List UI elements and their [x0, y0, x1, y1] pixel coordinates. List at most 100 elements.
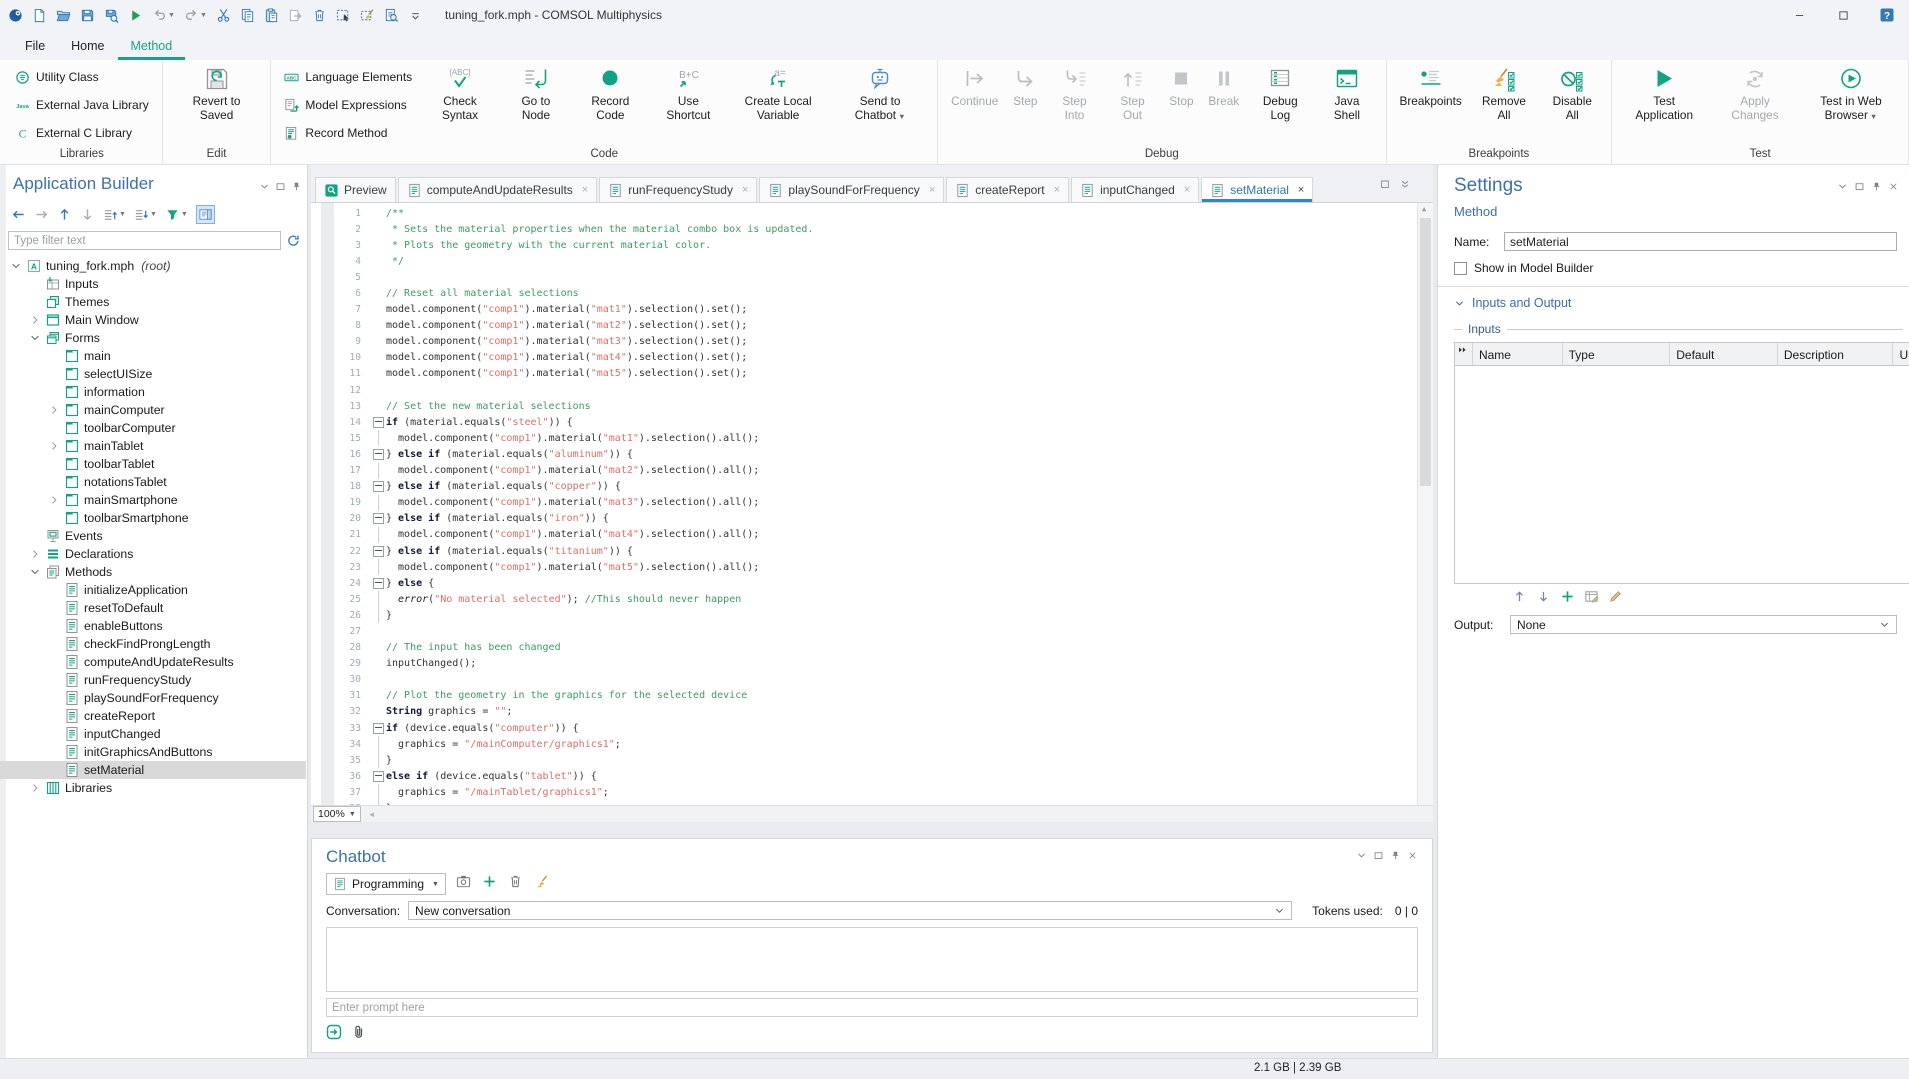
- show-name-and-label-button[interactable]: [196, 205, 215, 224]
- close-icon[interactable]: ×: [742, 184, 748, 196]
- fold-marker[interactable]: [373, 481, 384, 492]
- tree-item-declarations[interactable]: Declarations: [0, 545, 306, 563]
- tab-home[interactable]: Home: [58, 34, 117, 60]
- add-button[interactable]: [482, 874, 497, 894]
- break-button[interactable]: Break: [1201, 63, 1246, 147]
- tree-item-main-window[interactable]: Main Window: [0, 311, 306, 329]
- step-button[interactable]: Step: [1005, 63, 1045, 147]
- tree-item-runfrequencystudy[interactable]: runFrequencyStudy: [0, 671, 306, 689]
- utility-class-button[interactable]: Utility Class: [11, 68, 153, 87]
- column-header-name[interactable]: Name: [1473, 343, 1563, 365]
- fold-marker[interactable]: [373, 546, 384, 557]
- scroll-up-arrow[interactable]: ▲: [1422, 205, 1426, 213]
- panel-close-button[interactable]: [1407, 848, 1418, 866]
- copy-button[interactable]: [240, 8, 255, 23]
- stop-button[interactable]: Stop: [1161, 63, 1201, 147]
- maximize-button[interactable]: [1821, 0, 1865, 30]
- row-up-button[interactable]: [1512, 589, 1527, 607]
- help-icon[interactable]: ?: [1879, 7, 1895, 23]
- tree-item-playsoundforfrequency[interactable]: playSoundForFrequency: [0, 689, 306, 707]
- tree-item-forms[interactable]: Forms: [0, 329, 306, 347]
- tree-item-themes[interactable]: Themes: [0, 293, 306, 311]
- model-expressions-button[interactable]: Model Expressions: [280, 96, 416, 115]
- debug-log-button[interactable]: Debug Log: [1246, 63, 1314, 147]
- column-header-unit[interactable]: Unit: [1893, 343, 1909, 365]
- external-java-library-button[interactable]: JavaExternal Java Library: [11, 96, 153, 115]
- edit-button[interactable]: [1608, 589, 1623, 607]
- fold-marker[interactable]: [373, 723, 384, 734]
- tree-item-toolbarsmartphone[interactable]: toolbarSmartphone: [0, 509, 306, 527]
- column-header-description[interactable]: Description: [1778, 343, 1894, 365]
- revert-to-saved-button[interactable]: Revert to Saved: [169, 63, 265, 147]
- close-icon[interactable]: ×: [929, 184, 935, 196]
- check-syntax-button[interactable]: [ABC]Check Syntax: [419, 63, 501, 147]
- filter-input[interactable]: [8, 231, 281, 250]
- chevron-down-icon[interactable]: ▼: [181, 211, 188, 218]
- chatbot-prompt-input[interactable]: [327, 1002, 1417, 1014]
- close-icon[interactable]: ×: [582, 184, 588, 196]
- disable-all-button[interactable]: Disable All: [1539, 63, 1605, 147]
- vertical-scrollbar[interactable]: ▲: [1417, 203, 1433, 805]
- scroll-left-arrow[interactable]: ◄: [368, 810, 376, 819]
- customize-toolbar-button[interactable]: [408, 8, 423, 23]
- use-shortcut-button[interactable]: B+CUse Shortcut: [650, 63, 727, 147]
- select-frame-button[interactable]: [336, 8, 351, 23]
- fold-marker[interactable]: [373, 771, 384, 782]
- open-button[interactable]: [56, 8, 71, 23]
- tree-item-initgraphicsandbuttons[interactable]: initGraphicsAndButtons: [0, 743, 306, 761]
- editor-tab-inputchanged[interactable]: inputChanged×: [1071, 177, 1199, 202]
- move-down-button[interactable]: [80, 207, 95, 222]
- chevron-down-icon[interactable]: ▼: [200, 12, 207, 19]
- test-in-web-browser-button[interactable]: Test in Web Browser▼: [1800, 63, 1902, 147]
- column-header-default[interactable]: Default: [1670, 343, 1778, 365]
- step-into-button[interactable]: Step Into: [1045, 63, 1103, 147]
- editor-tab-preview[interactable]: Preview: [315, 177, 396, 202]
- edit-table-button[interactable]: [1584, 589, 1599, 607]
- panel-float-button[interactable]: [1373, 848, 1384, 866]
- send-to-chatbot-button[interactable]: Send to Chatbot▼: [829, 63, 931, 147]
- paste-button[interactable]: [264, 8, 279, 23]
- panel-float-button[interactable]: [1854, 181, 1865, 195]
- minimize-button[interactable]: [1777, 0, 1821, 30]
- tree-item-notationstablet[interactable]: notationsTablet: [0, 473, 306, 491]
- tree-item-selectuisize[interactable]: selectUISize: [0, 365, 306, 383]
- editor-tab-createreport[interactable]: createReport×: [946, 177, 1069, 202]
- scrollbar-thumb[interactable]: [1420, 218, 1431, 486]
- tab-file[interactable]: File: [12, 34, 58, 60]
- editor-tab-computeandupdateresults[interactable]: computeAndUpdateResults×: [398, 177, 598, 202]
- tree-item-setmaterial[interactable]: setMaterial: [0, 761, 306, 779]
- close-icon[interactable]: ×: [1054, 184, 1060, 196]
- tree-item-libraries[interactable]: Libraries: [0, 779, 306, 797]
- tree-item-computeandupdateresults[interactable]: computeAndUpdateResults: [0, 653, 306, 671]
- delete-button[interactable]: [508, 874, 523, 894]
- add-button[interactable]: [1560, 589, 1575, 607]
- new-file-button[interactable]: [32, 8, 47, 23]
- strip-chevrons-button[interactable]: [1399, 177, 1411, 195]
- conversation-select[interactable]: New conversation: [408, 901, 1292, 920]
- tree-item-events[interactable]: Events: [0, 527, 306, 545]
- expand-all-button[interactable]: ▼: [134, 207, 157, 222]
- record-code-button[interactable]: Record Code: [571, 63, 650, 147]
- tree-item-createreport[interactable]: createReport: [0, 707, 306, 725]
- column-header-type[interactable]: Type: [1563, 343, 1671, 365]
- delete-button[interactable]: [312, 8, 327, 23]
- chevron-down-icon[interactable]: ▼: [168, 12, 175, 19]
- inputs-and-output-section[interactable]: Inputs and Output: [1454, 296, 1909, 310]
- tree-item-inputs[interactable]: Inputs: [0, 275, 306, 293]
- output-select[interactable]: None: [1510, 615, 1897, 634]
- tree-item-tuning-fork-mph[interactable]: Atuning_fork.mph(root): [0, 257, 306, 275]
- tree-item-maincomputer[interactable]: mainComputer: [0, 401, 306, 419]
- step-out-button[interactable]: Step Out: [1104, 63, 1162, 147]
- inputs-table[interactable]: NameTypeDefaultDescriptionUnit: [1454, 342, 1909, 584]
- name-field[interactable]: [1504, 232, 1897, 251]
- tab-method[interactable]: Method: [118, 34, 186, 60]
- run-button[interactable]: [128, 8, 143, 23]
- tree-item-methods[interactable]: Methods: [0, 563, 306, 581]
- external-c-library-button[interactable]: CExternal C Library: [11, 124, 153, 143]
- panel-pin-button[interactable]: [1871, 181, 1882, 195]
- panel-float-button[interactable]: [275, 179, 286, 197]
- tree-item-main[interactable]: main: [0, 347, 306, 365]
- language-elements-button[interactable]: ABCLanguage Elements: [280, 68, 416, 87]
- fold-marker[interactable]: [373, 513, 384, 524]
- cut-button[interactable]: [216, 8, 231, 23]
